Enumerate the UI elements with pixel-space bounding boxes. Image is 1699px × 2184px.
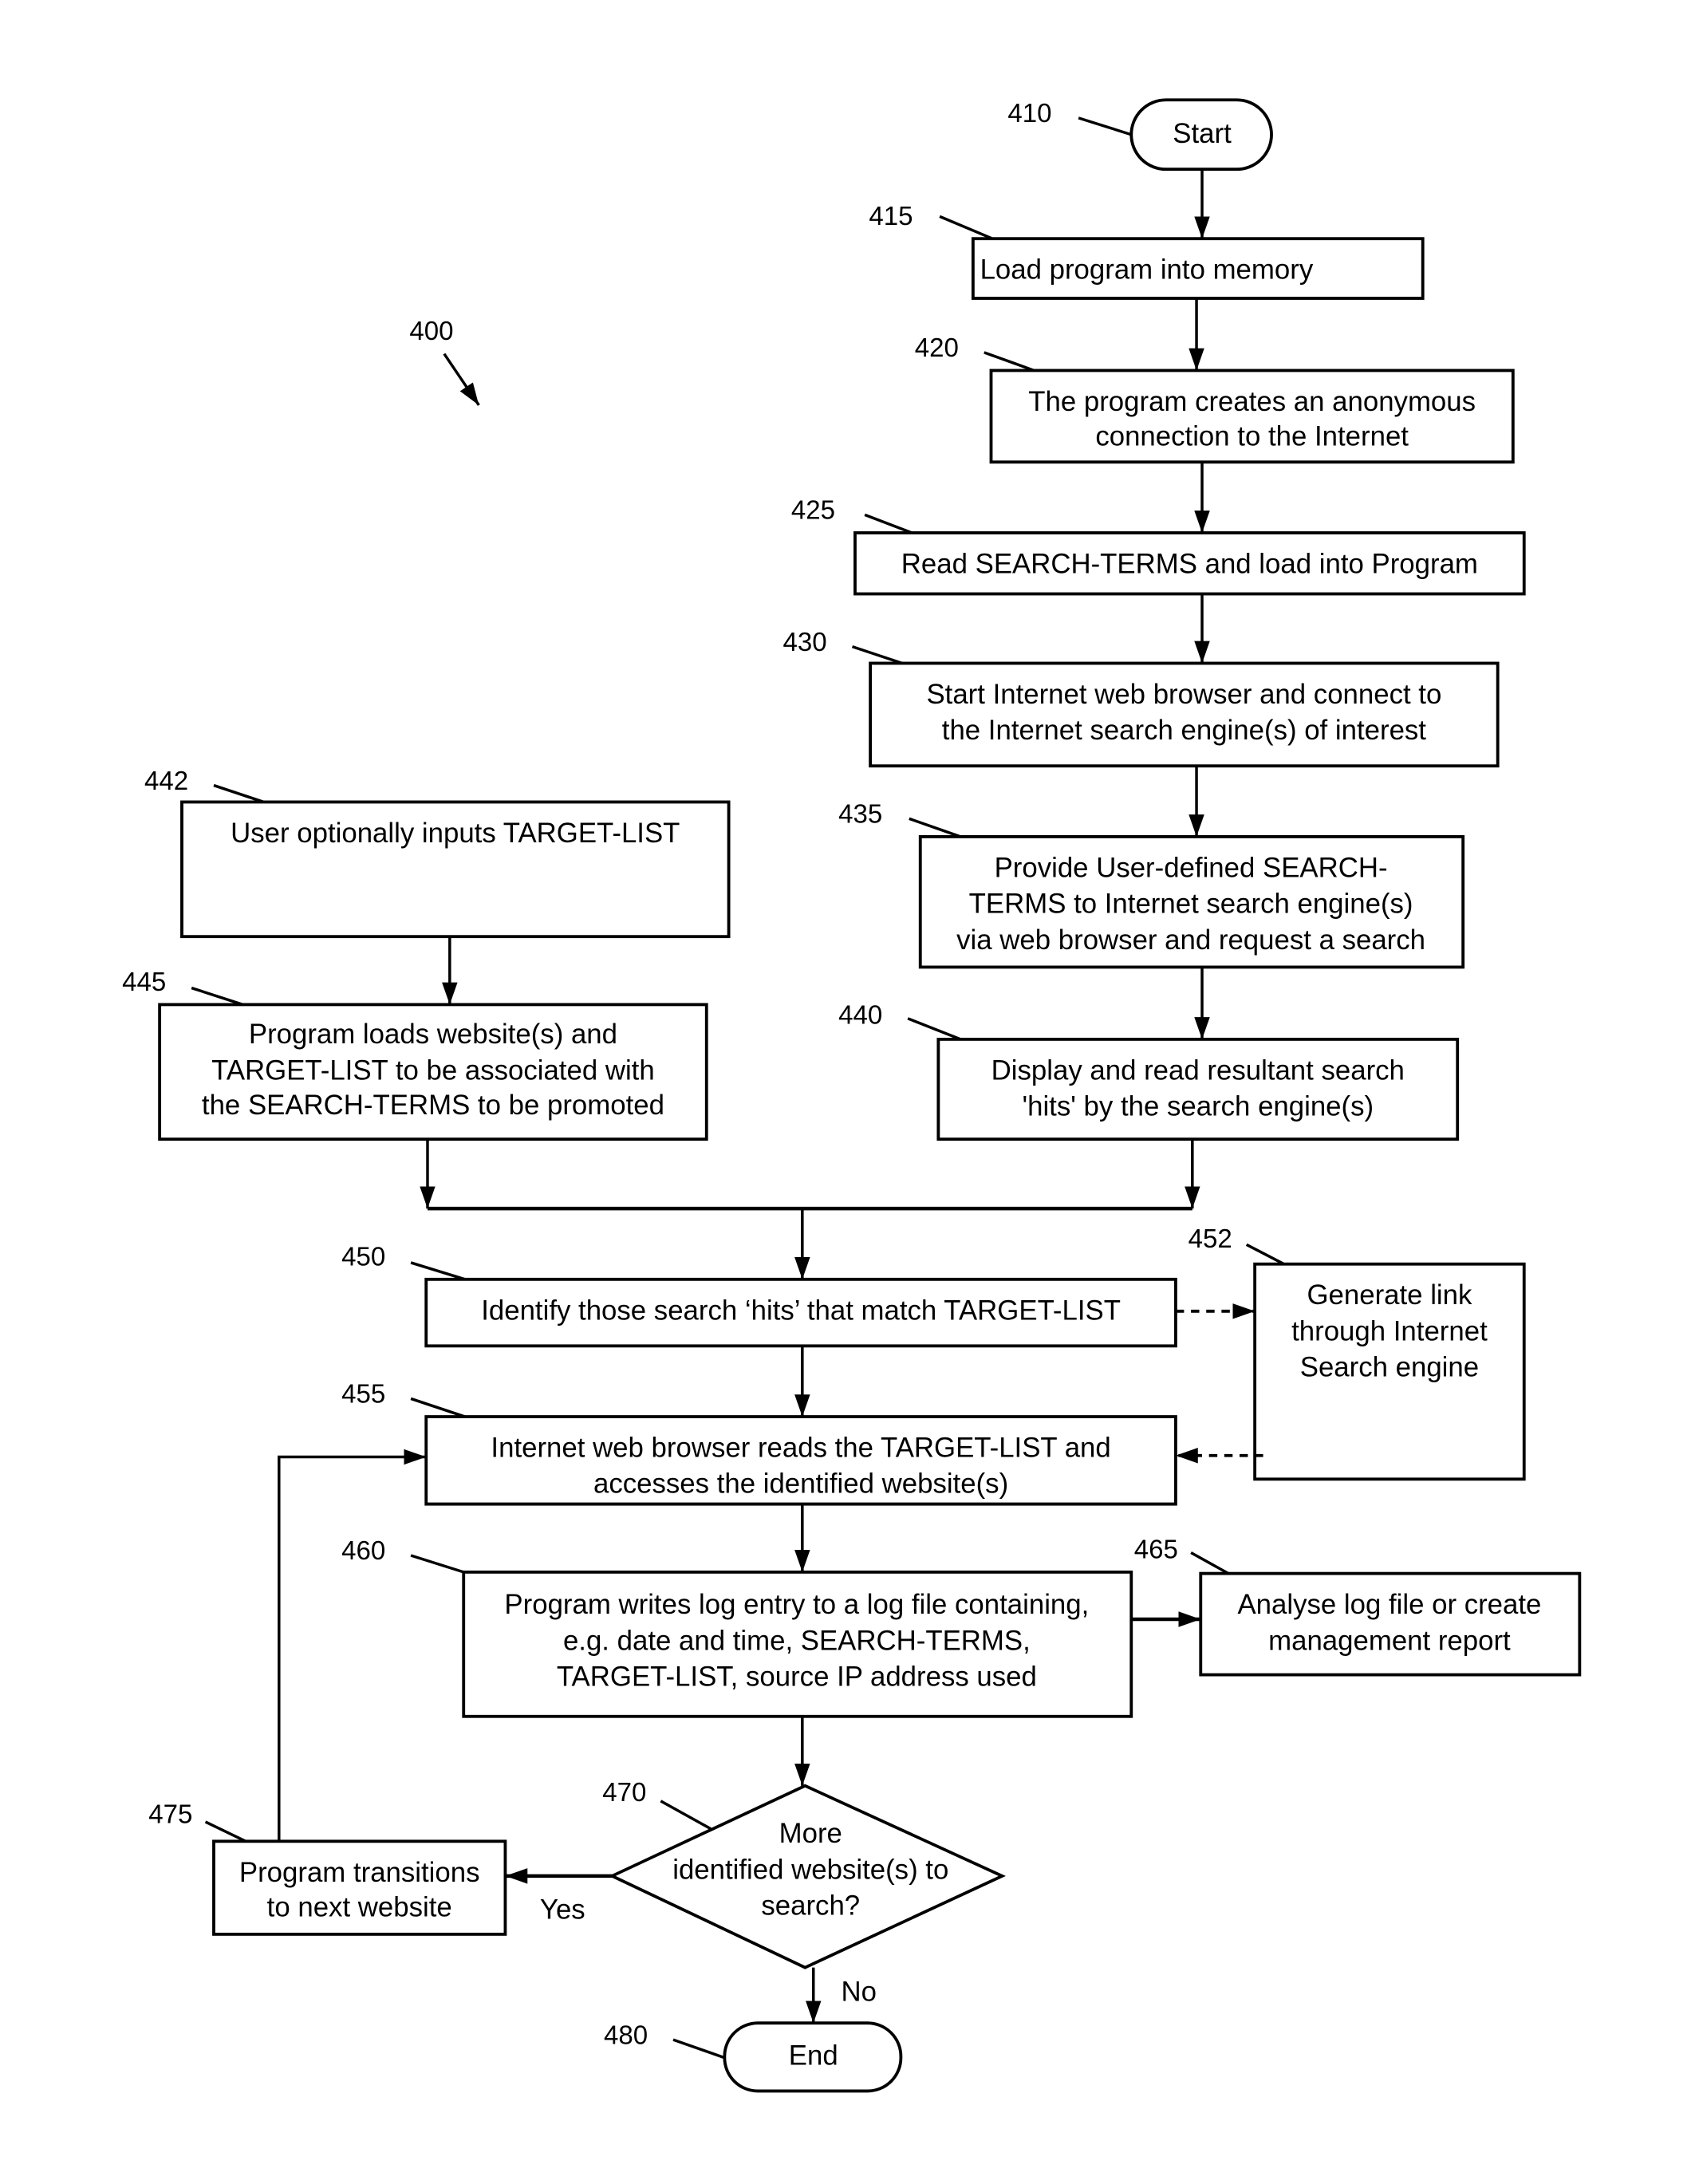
node-text: User optionally inputs TARGET-LIST bbox=[231, 818, 680, 849]
ref-label-452: 452 bbox=[1189, 1224, 1232, 1254]
process-box[interactable] bbox=[1199, 1571, 1582, 1677]
leader-line-445 bbox=[191, 986, 244, 1007]
leader-line-420 bbox=[984, 351, 1035, 373]
ref-label-470: 470 bbox=[602, 1778, 646, 1808]
node-455[interactable]: Internet web browser reads the TARGET-LI… bbox=[424, 1415, 1177, 1506]
node-text-line-2: TARGET-LIST to be associated with bbox=[211, 1055, 655, 1086]
leader-line-430 bbox=[851, 645, 903, 665]
ref-label-410: 410 bbox=[1007, 99, 1051, 128]
node-text-line-1: Program writes log entry to a log file c… bbox=[504, 1590, 1089, 1620]
node-text-line-1: Program transitions bbox=[239, 1858, 480, 1888]
ref-label-415: 415 bbox=[869, 202, 913, 231]
leader-line-425 bbox=[864, 513, 913, 534]
ref-label-455: 455 bbox=[341, 1380, 385, 1409]
leader-line-475 bbox=[204, 1820, 246, 1843]
leader-line-452 bbox=[1245, 1243, 1285, 1266]
ref-label-445: 445 bbox=[122, 968, 166, 997]
node-text-line-3: search? bbox=[761, 1891, 860, 1922]
node-470-decision[interactable]: More identified website(s) to search? bbox=[608, 1784, 1006, 1969]
node-text: Identify those search ‘hits’ that match … bbox=[481, 1295, 1121, 1326]
node-text-line-1: More bbox=[779, 1819, 842, 1849]
node-452[interactable]: Generate link through Internet Search en… bbox=[1253, 1262, 1526, 1481]
ref-label-475: 475 bbox=[148, 1800, 192, 1830]
node-text-line-2: connection to the Internet bbox=[1095, 421, 1409, 451]
node-text-line-1: Program loads website(s) and bbox=[249, 1019, 617, 1050]
node-text-line-1: Generate link bbox=[1307, 1280, 1472, 1311]
edge-label-yes: Yes bbox=[540, 1895, 585, 1926]
node-text-line-2: management report bbox=[1268, 1626, 1511, 1656]
figure-reference-label: 400 bbox=[409, 317, 453, 346]
ref-label-430: 430 bbox=[782, 628, 826, 657]
node-text-line-2: through Internet bbox=[1291, 1316, 1488, 1346]
node-text-line-2: TERMS to Internet search engine(s) bbox=[969, 889, 1413, 920]
leader-line-450 bbox=[410, 1261, 466, 1281]
node-text-line-2: to next website bbox=[267, 1892, 452, 1922]
node-text-line-3: via web browser and request a search bbox=[956, 925, 1425, 956]
node-442[interactable]: User optionally inputs TARGET-LIST bbox=[180, 800, 731, 939]
node-text: Load program into memory bbox=[980, 255, 1314, 286]
ref-label-442: 442 bbox=[144, 767, 188, 796]
node-text-line-3: the SEARCH-TERMS to be promoted bbox=[202, 1090, 664, 1121]
process-box[interactable] bbox=[869, 661, 1500, 768]
leader-line-470 bbox=[660, 1800, 712, 1831]
node-text-line-1: Internet web browser reads the TARGET-LI… bbox=[491, 1433, 1110, 1463]
node-480-end[interactable]: End bbox=[723, 2021, 903, 2093]
node-text-line-3: Search engine bbox=[1300, 1353, 1479, 1383]
process-box[interactable] bbox=[936, 1037, 1460, 1141]
node-410-start[interactable]: Start bbox=[1129, 98, 1273, 171]
flowchart-400: 400 Start 410 Load program into memory 4… bbox=[122, 98, 1582, 2093]
node-text-line-2: the Internet search engine(s) of interes… bbox=[942, 716, 1427, 746]
node-text-line-2: 'hits' by the search engine(s) bbox=[1022, 1092, 1374, 1122]
node-415[interactable]: Load program into memory bbox=[971, 237, 1425, 300]
node-420[interactable]: The program creates an anonymous connect… bbox=[989, 369, 1515, 464]
ref-label-440: 440 bbox=[838, 1001, 882, 1031]
leader-line-442 bbox=[213, 783, 265, 804]
node-465[interactable]: Analyse log file or create management re… bbox=[1199, 1571, 1582, 1677]
figure-reference-arrow bbox=[443, 353, 480, 406]
node-445[interactable]: Program loads website(s) and TARGET-LIST… bbox=[158, 1003, 708, 1141]
ref-label-465: 465 bbox=[1134, 1535, 1178, 1564]
node-text: End bbox=[789, 2040, 838, 2071]
leader-line-480 bbox=[672, 2038, 725, 2060]
ref-label-450: 450 bbox=[341, 1242, 385, 1271]
node-430[interactable]: Start Internet web browser and connect t… bbox=[869, 661, 1500, 768]
ref-label-420: 420 bbox=[915, 333, 959, 363]
leader-line-460 bbox=[410, 1554, 464, 1574]
node-460[interactable]: Program writes log entry to a log file c… bbox=[462, 1570, 1133, 1718]
edge-475-455-loop bbox=[278, 1449, 427, 1842]
node-435[interactable]: Provide User-defined SEARCH- TERMS to In… bbox=[918, 835, 1465, 969]
leader-line-465 bbox=[1190, 1551, 1229, 1575]
ref-label-460: 460 bbox=[341, 1536, 385, 1566]
node-425[interactable]: Read SEARCH-TERMS and load into Program bbox=[853, 531, 1526, 596]
ref-label-425: 425 bbox=[791, 496, 835, 526]
node-text-line-2: e.g. date and time, SEARCH-TERMS, bbox=[563, 1626, 1031, 1656]
node-450[interactable]: Identify those search ‘hits’ that match … bbox=[424, 1277, 1177, 1348]
leader-line-455 bbox=[410, 1397, 466, 1418]
node-text-line-1: Display and read resultant search bbox=[991, 1055, 1405, 1086]
leader-line-440 bbox=[907, 1017, 961, 1041]
node-text-line-1: Provide User-defined SEARCH- bbox=[995, 853, 1388, 883]
ref-label-480: 480 bbox=[604, 2020, 648, 2050]
node-text: Read SEARCH-TERMS and load into Program bbox=[901, 549, 1478, 579]
node-text: Start bbox=[1173, 119, 1232, 149]
node-text-line-2: identified website(s) to bbox=[672, 1855, 948, 1885]
node-475[interactable]: Program transitions to next website bbox=[212, 1839, 507, 1936]
node-440[interactable]: Display and read resultant search 'hits'… bbox=[936, 1037, 1460, 1141]
node-text-line-2: accesses the identified website(s) bbox=[593, 1469, 1008, 1500]
node-text-line-1: Analyse log file or create bbox=[1237, 1590, 1541, 1620]
leader-line-415 bbox=[939, 215, 993, 240]
ref-label-435: 435 bbox=[838, 800, 882, 830]
node-text-line-3: TARGET-LIST, source IP address used bbox=[557, 1662, 1037, 1693]
node-text-line-1: Start Internet web browser and connect t… bbox=[926, 680, 1441, 710]
node-text-line-1: The program creates an anonymous bbox=[1028, 387, 1476, 417]
leader-line-435 bbox=[909, 817, 961, 838]
edge-label-no: No bbox=[842, 1977, 877, 2007]
leader-line-410 bbox=[1078, 116, 1132, 136]
